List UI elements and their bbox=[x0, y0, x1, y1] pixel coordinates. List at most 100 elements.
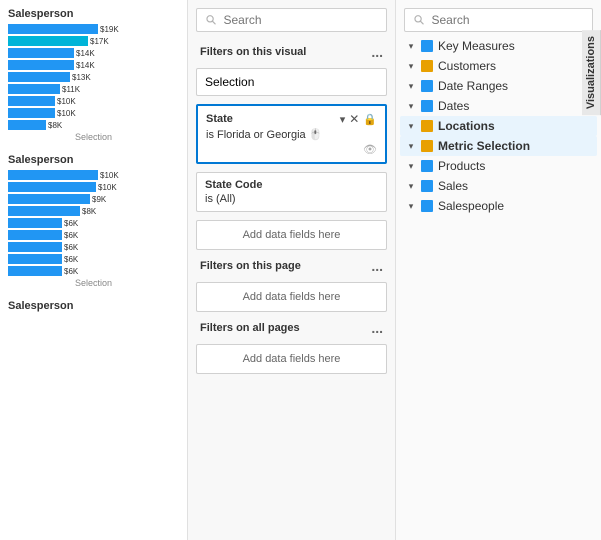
viz-search-input[interactable] bbox=[431, 13, 584, 27]
viz-tree: ▾Key Measures▾Customers▾Date Ranges▾Date… bbox=[396, 36, 601, 540]
bar-value: $10K bbox=[57, 97, 76, 106]
bar-container: $10K bbox=[8, 108, 179, 118]
bar-row: $14K bbox=[8, 48, 179, 58]
state-code-title: State Code bbox=[205, 179, 262, 191]
filter-search-bar[interactable] bbox=[196, 8, 387, 32]
bar-value: $17K bbox=[90, 37, 109, 46]
bar bbox=[8, 96, 55, 106]
bar-row: $11K bbox=[8, 84, 179, 94]
eye-icon[interactable]: 👁 bbox=[363, 143, 377, 156]
chart-1-subtitle: Selection bbox=[8, 132, 179, 142]
state-card-header: State ▾ ✕ 🔒 bbox=[206, 112, 377, 126]
table-icon bbox=[420, 159, 434, 173]
viz-item-label: Dates bbox=[438, 99, 593, 113]
bar-container: $10K bbox=[8, 182, 179, 192]
viz-item-label: Locations bbox=[438, 119, 593, 133]
table-icon bbox=[420, 199, 434, 213]
chart-section-3: Salesperson bbox=[0, 296, 187, 324]
bar-row: $6K bbox=[8, 218, 179, 228]
bar bbox=[8, 230, 62, 240]
viz-item-label: Products bbox=[438, 159, 593, 173]
filters-on-all-pages-more[interactable]: ... bbox=[371, 320, 383, 336]
bar-row: $10K bbox=[8, 108, 179, 118]
table-icon bbox=[420, 179, 434, 193]
table-icon bbox=[420, 79, 434, 93]
bar-value: $6K bbox=[64, 243, 78, 252]
table-icon bbox=[420, 99, 434, 113]
cursor-icon: 🖱️ bbox=[309, 129, 323, 141]
add-data-page[interactable]: Add data fields here bbox=[196, 282, 387, 312]
viz-tab-label: Visualizations bbox=[582, 30, 601, 115]
bar bbox=[8, 24, 98, 34]
viz-tree-item-locations[interactable]: ▾ Locations bbox=[400, 116, 597, 136]
viz-tree-item-key-measures[interactable]: ▾Key Measures bbox=[400, 36, 597, 56]
state-code-value: is (All) bbox=[205, 193, 378, 205]
viz-item-label: Sales bbox=[438, 179, 593, 193]
bar-value: $14K bbox=[76, 61, 95, 70]
bar-container: $6K bbox=[8, 242, 179, 252]
viz-tree-item-salespeople[interactable]: ▾Salespeople bbox=[400, 196, 597, 216]
chart-2-title: Salesperson bbox=[8, 154, 179, 166]
bar-row: $19K bbox=[8, 24, 179, 34]
viz-item-label: Key Measures bbox=[438, 39, 593, 53]
filters-on-page-label: Filters on this page ... bbox=[188, 254, 395, 278]
chevron-down-icon[interactable]: ▾ bbox=[340, 113, 346, 126]
add-data-all-pages[interactable]: Add data fields here bbox=[196, 344, 387, 374]
chart-1-bars: $19K$17K$14K$14K$13K$11K$10K$10K$8K bbox=[8, 24, 179, 130]
viz-tree-item-date-ranges[interactable]: ▾Date Ranges bbox=[400, 76, 597, 96]
bar bbox=[8, 36, 88, 46]
bar-container: $14K bbox=[8, 48, 179, 58]
state-card-title: State bbox=[206, 113, 233, 125]
bar bbox=[8, 72, 70, 82]
lock-icon[interactable]: 🔒 bbox=[363, 113, 377, 126]
viz-item-label: Customers bbox=[438, 59, 593, 73]
bar-row: $17K bbox=[8, 36, 179, 46]
filter-panel: Filters on this visual ... Selection Sta… bbox=[188, 0, 396, 540]
bar-value: $13K bbox=[72, 73, 91, 82]
bar-row: $6K bbox=[8, 254, 179, 264]
bar-value: $6K bbox=[64, 231, 78, 240]
chart-2-bars: $10K $10K $9K $8K $6K $6K $6K $6K $6K bbox=[8, 170, 179, 276]
filter-search-input[interactable] bbox=[224, 13, 379, 27]
chevron-down-icon: ▾ bbox=[404, 119, 418, 133]
viz-tree-item-dates[interactable]: ▾Dates bbox=[400, 96, 597, 116]
viz-tree-item-customers[interactable]: ▾Customers bbox=[400, 56, 597, 76]
bar-value: $8K bbox=[82, 207, 96, 216]
state-code-header: State Code bbox=[205, 179, 378, 191]
bar bbox=[8, 84, 60, 94]
bar-container: $6K bbox=[8, 254, 179, 264]
filters-on-visual-more[interactable]: ... bbox=[371, 44, 383, 60]
bar-row: $14K bbox=[8, 60, 179, 70]
selection-card-label: Selection bbox=[205, 75, 254, 89]
bar-row: $6K bbox=[8, 242, 179, 252]
bar bbox=[8, 48, 74, 58]
filters-on-page-more[interactable]: ... bbox=[371, 258, 383, 274]
bar-value: $14K bbox=[76, 49, 95, 58]
state-filter-card[interactable]: State ▾ ✕ 🔒 is Florida or Georgia 🖱️ 👁 bbox=[196, 104, 387, 164]
bar-container: $6K bbox=[8, 230, 179, 240]
bar-value: $6K bbox=[64, 267, 78, 276]
bar-container: $13K bbox=[8, 72, 179, 82]
selection-filter-card[interactable]: Selection bbox=[196, 68, 387, 96]
bar-container: $10K bbox=[8, 96, 179, 106]
viz-tree-item-metric-selection[interactable]: ▾Metric Selection bbox=[400, 136, 597, 156]
viz-tree-item-products[interactable]: ▾Products bbox=[400, 156, 597, 176]
bar-row: $8K bbox=[8, 206, 179, 216]
bar-container: $11K bbox=[8, 84, 179, 94]
chevron-down-icon: ▾ bbox=[404, 79, 418, 93]
bar-container: $9K bbox=[8, 194, 179, 204]
viz-tree-item-sales[interactable]: ▾Sales bbox=[400, 176, 597, 196]
state-code-filter-card[interactable]: State Code is (All) bbox=[196, 172, 387, 212]
bar bbox=[8, 218, 62, 228]
bar-value: $10K bbox=[98, 183, 117, 192]
clear-icon[interactable]: ✕ bbox=[349, 112, 359, 126]
bar-value: $11K bbox=[62, 85, 80, 94]
bar-row: $9K bbox=[8, 194, 179, 204]
viz-search-bar[interactable] bbox=[404, 8, 593, 32]
bar-value: $6K bbox=[64, 255, 78, 264]
chart-2-subtitle: Selection bbox=[8, 278, 179, 288]
table-icon bbox=[420, 59, 434, 73]
bar-row: $10K bbox=[8, 170, 179, 180]
bar-row: $13K bbox=[8, 72, 179, 82]
add-data-visual[interactable]: Add data fields here bbox=[196, 220, 387, 250]
